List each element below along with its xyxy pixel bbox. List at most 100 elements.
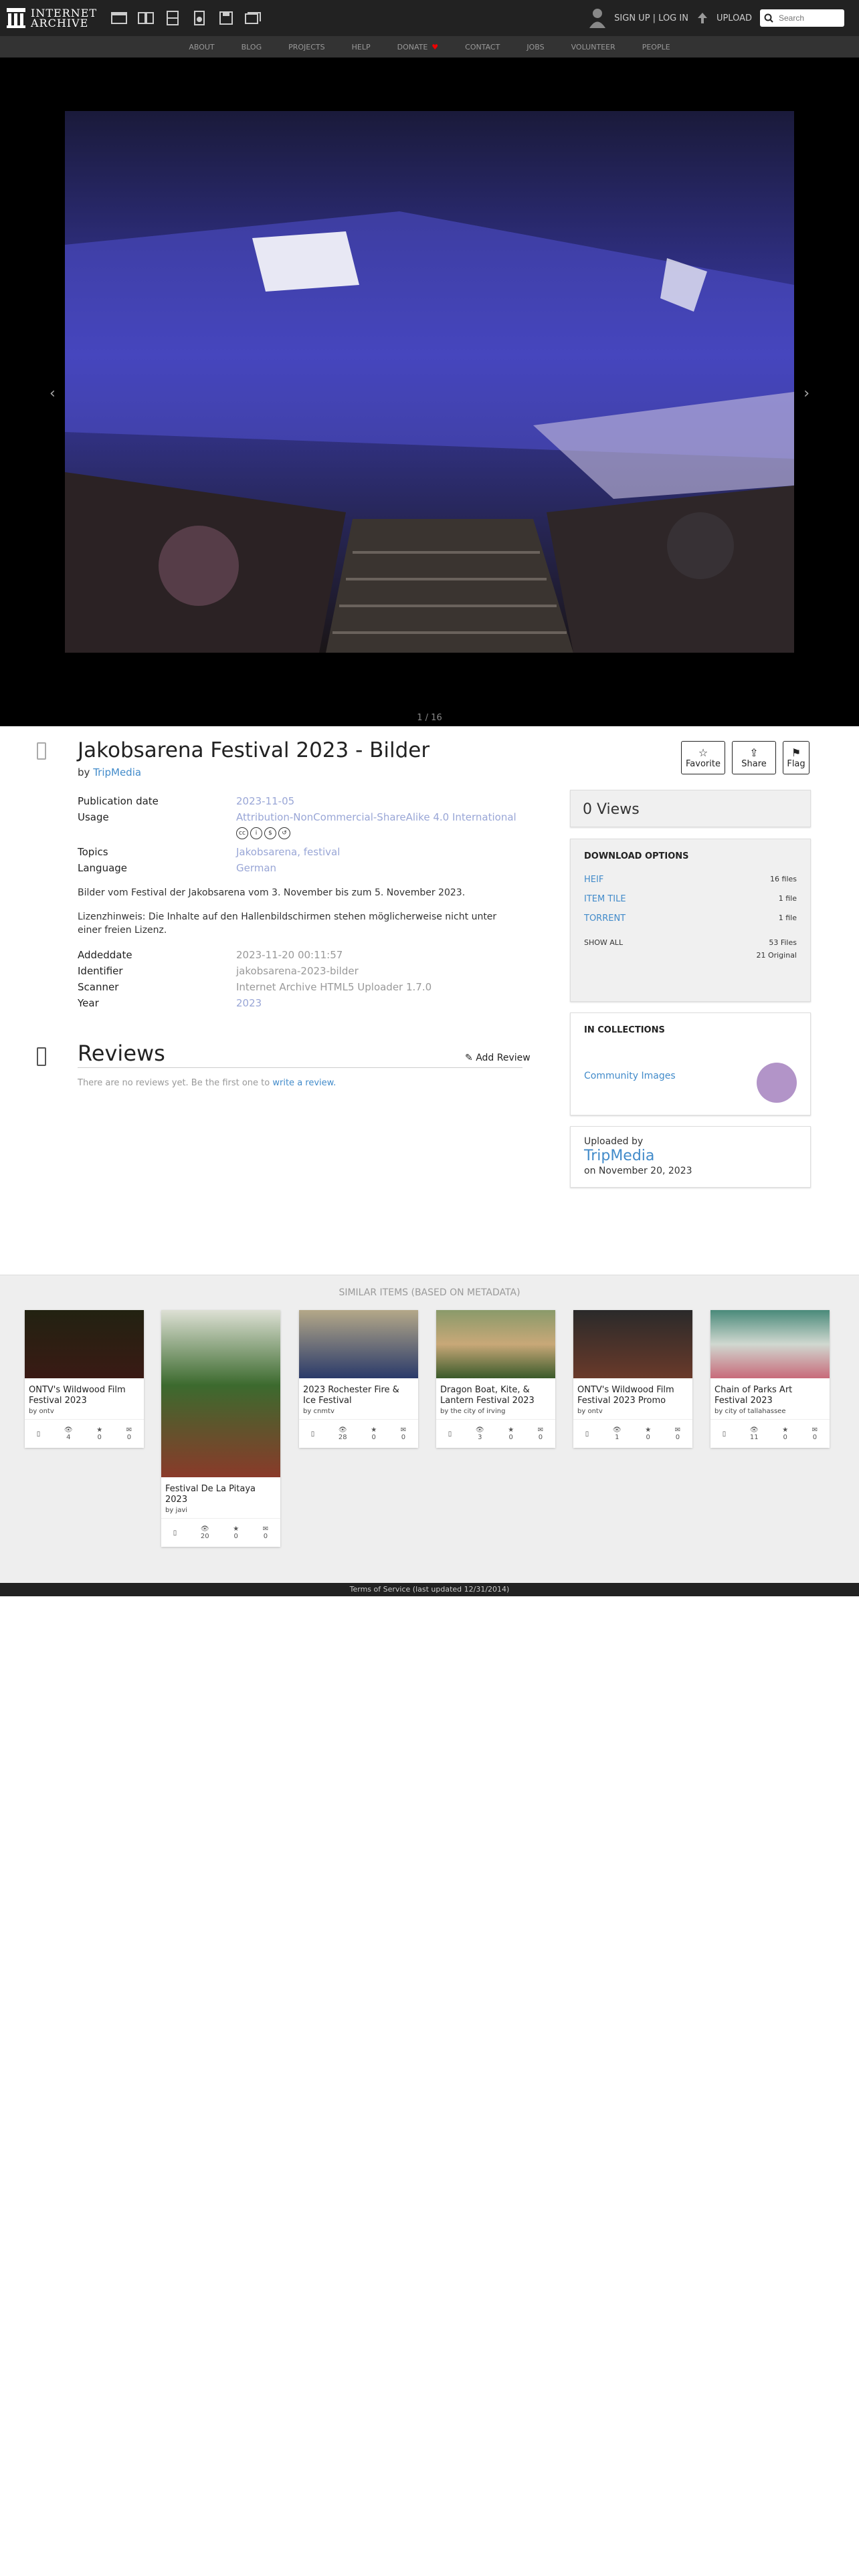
similar-card[interactable]: 2023 Rochester Fire & Ice Festival by cn… [299, 1310, 418, 1448]
web-icon[interactable] [110, 11, 128, 25]
description: Bilder vom Festival der Jakobsarena vom … [78, 886, 519, 937]
meta-value: jakobsarena-2023-bilder [236, 965, 359, 977]
item-byline: by TripMedia [78, 766, 141, 778]
review-count: 0 [263, 1533, 268, 1540]
review-count: 0 [675, 1434, 680, 1441]
upload-icon[interactable] [696, 11, 708, 25]
uploaded-by-label: Uploaded by [584, 1136, 644, 1147]
nav-donate[interactable]: DONATE ♥ [384, 43, 452, 51]
arena-photo [65, 111, 794, 653]
reviews-icon [37, 1047, 46, 1066]
star-icon: ★ [371, 1426, 377, 1434]
prev-arrow-icon[interactable]: ‹ [50, 385, 56, 402]
flag-icon: ⚑ [791, 746, 801, 759]
view-count: 28 [338, 1434, 347, 1441]
texts-icon[interactable] [137, 11, 155, 25]
uploader-link[interactable]: TripMedia [93, 766, 141, 778]
footer-tos[interactable]: Terms of Service (last updated 12/31/201… [0, 1583, 859, 1596]
meta-key: Identifier [78, 965, 123, 977]
flag-label: Flag [787, 758, 805, 769]
card-thumbnail [299, 1310, 418, 1378]
video-icon[interactable] [164, 11, 181, 25]
view-count: 11 [749, 1434, 759, 1441]
nav-donate-label: DONATE [397, 42, 428, 51]
star-icon: ★ [233, 1525, 240, 1533]
nav-blog[interactable]: BLOG [228, 43, 275, 51]
show-all-link[interactable]: SHOW ALL [584, 938, 623, 947]
search-input[interactable] [777, 13, 840, 23]
share-button[interactable]: ⇪ Share [732, 741, 776, 774]
star-icon: ☆ [698, 746, 708, 759]
download-torrent[interactable]: TORRENT [584, 914, 626, 924]
card-title: Dragon Boat, Kite, & Lantern Festival 20… [440, 1385, 535, 1406]
original-files: 21 Original [756, 951, 797, 960]
nav-projects[interactable]: PROJECTS [275, 43, 339, 51]
nav-volunteer[interactable]: VOLUNTEER [558, 43, 629, 51]
topics-link[interactable]: Jakobsarena, festival [236, 846, 340, 858]
meta-key: Scanner [78, 981, 119, 993]
card-stats: ▯ 👁 4 ★ 0 ✉ 0 [25, 1419, 144, 1448]
meta-value: 2023-11-20 00:11:57 [236, 949, 343, 961]
signup-login-link[interactable]: SIGN UP | LOG IN [614, 13, 688, 23]
review-count: 0 [401, 1434, 406, 1441]
collection-icon: ▯ [310, 1430, 315, 1438]
nav-jobs[interactable]: JOBS [513, 43, 557, 51]
collection-link[interactable]: Community Images [584, 1071, 676, 1081]
add-review-button[interactable]: ✎ Add Review [465, 1053, 531, 1063]
image-counter: 1 / 16 [417, 713, 442, 723]
uploader-link-sidebar[interactable]: TripMedia [584, 1148, 654, 1164]
nav-help[interactable]: HELP [339, 43, 384, 51]
share-label: Share [741, 758, 767, 769]
language-link[interactable]: German [236, 862, 276, 874]
meta-key: Year [78, 997, 99, 1009]
meta-key: Addeddate [78, 949, 132, 961]
download-options: DOWNLOAD OPTIONS HEIF 16 files ITEM TILE 1… [570, 839, 811, 1002]
year-link[interactable]: 2023 [236, 997, 262, 1009]
card-thumbnail [161, 1310, 280, 1477]
similar-card[interactable]: ONTV's Wildwood Film Festival 2023 Promo… [573, 1310, 692, 1448]
card-title: ONTV's Wildwood Film Festival 2023 Promo [577, 1385, 674, 1406]
nav-people[interactable]: PEOPLE [629, 43, 684, 51]
nc-icon: $ [264, 827, 276, 839]
upload-link[interactable]: UPLOAD [717, 13, 752, 23]
review-count: 0 [126, 1434, 132, 1441]
nav-contact[interactable]: CONTACT [452, 43, 513, 51]
ia-logo[interactable]: INTERNET ARCHIVE [7, 8, 97, 29]
next-arrow-icon[interactable]: › [803, 385, 809, 402]
nav-about[interactable]: ABOUT [175, 43, 227, 51]
favorite-label: Favorite [686, 758, 721, 769]
similar-card[interactable]: Festival De La Pitaya 2023 by javi ▯ 👁 20 ★… [161, 1310, 280, 1547]
pub-date-link[interactable]: 2023-11-05 [236, 795, 294, 807]
similar-card[interactable]: Dragon Boat, Kite, & Lantern Festival 20… [436, 1310, 555, 1448]
images-icon[interactable] [244, 11, 262, 25]
view-count: 1 [615, 1434, 619, 1441]
description-p1: Bilder vom Festival der Jakobsarena vom … [78, 887, 466, 898]
comment-icon: ✉ [812, 1426, 818, 1434]
cc-icons[interactable]: cc i $ ↺ [236, 827, 519, 839]
view-count: 3 [478, 1434, 482, 1441]
reviews-title: Reviews [78, 1041, 522, 1068]
comment-icon: ✉ [126, 1426, 132, 1434]
fav-count: 0 [97, 1434, 102, 1441]
collection-icon[interactable] [757, 1063, 797, 1103]
write-review-link[interactable]: write a review. [272, 1078, 336, 1088]
software-icon[interactable] [217, 11, 235, 25]
user-icon[interactable] [589, 7, 606, 29]
similar-card[interactable]: Chain of Parks Art Festival 2023 by city… [710, 1310, 830, 1448]
card-by: by ontv [577, 1408, 603, 1415]
search-icon[interactable] [764, 13, 773, 23]
flag-button[interactable]: ⚑ Flag [783, 741, 809, 774]
file-count: 16 files [770, 875, 797, 883]
similar-card[interactable]: ONTV's Wildwood Film Festival 2023 by on… [25, 1310, 144, 1448]
pencil-icon: ✎ [465, 1053, 473, 1063]
collection-icon: ▯ [36, 1430, 41, 1438]
search-box[interactable] [760, 9, 844, 27]
similar-title: SIMILAR ITEMS (based on metadata) [339, 1287, 520, 1298]
audio-icon[interactable] [191, 11, 208, 25]
fav-count: 0 [371, 1434, 376, 1441]
download-heif[interactable]: HEIF [584, 875, 603, 885]
license-link[interactable]: Attribution-NonCommercial-ShareAlike 4.0… [236, 811, 516, 823]
card-stats: ▯ 👁 11 ★ 0 ✉ 0 [710, 1419, 830, 1448]
favorite-button[interactable]: ☆ Favorite [681, 741, 725, 774]
download-item-tile[interactable]: ITEM TILE [584, 894, 626, 904]
